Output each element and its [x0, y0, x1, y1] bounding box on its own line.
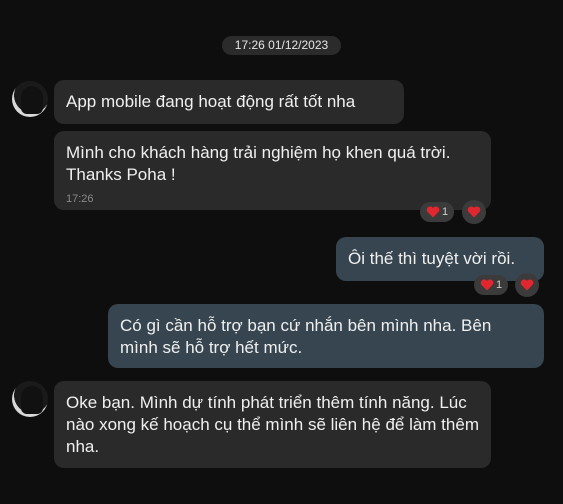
reaction-chip[interactable]: 1 — [474, 275, 508, 295]
reaction-chip[interactable]: 1 — [420, 202, 454, 222]
message-bubble-incoming[interactable]: Oke bạn. Mình dự tính phát triển thêm tí… — [54, 381, 491, 468]
heart-icon — [520, 279, 534, 291]
avatar[interactable] — [12, 81, 48, 117]
message-bubble-incoming[interactable]: App mobile đang hoạt động rất tốt nha — [54, 80, 404, 124]
add-reaction-button[interactable] — [515, 273, 539, 297]
message-text: Mình cho khách hàng trải nghiệm họ khen … — [66, 143, 451, 184]
message-time: 17:26 — [66, 193, 94, 205]
heart-icon — [480, 279, 494, 291]
reaction-count: 1 — [441, 206, 449, 218]
add-reaction-button[interactable] — [462, 200, 486, 224]
message-text: Có gì cần hỗ trợ bạn cứ nhắn bên mình nh… — [120, 316, 492, 357]
message-bubble-outgoing[interactable]: Ôi thế thì tuyệt vời rồi. — [336, 237, 544, 281]
message-bubble-incoming[interactable]: Mình cho khách hàng trải nghiệm họ khen … — [54, 131, 491, 210]
message-text: Ôi thế thì tuyệt vời rồi. — [348, 249, 516, 268]
message-text: Oke bạn. Mình dự tính phát triển thêm tí… — [66, 393, 479, 456]
reaction-count: 1 — [495, 279, 503, 291]
heart-icon — [426, 206, 440, 218]
message-bubble-outgoing[interactable]: Có gì cần hỗ trợ bạn cứ nhắn bên mình nh… — [108, 304, 544, 368]
date-separator: 17:26 01/12/2023 — [222, 36, 341, 55]
heart-icon — [467, 206, 481, 218]
avatar[interactable] — [12, 381, 48, 417]
message-text: App mobile đang hoạt động rất tốt nha — [66, 92, 356, 111]
